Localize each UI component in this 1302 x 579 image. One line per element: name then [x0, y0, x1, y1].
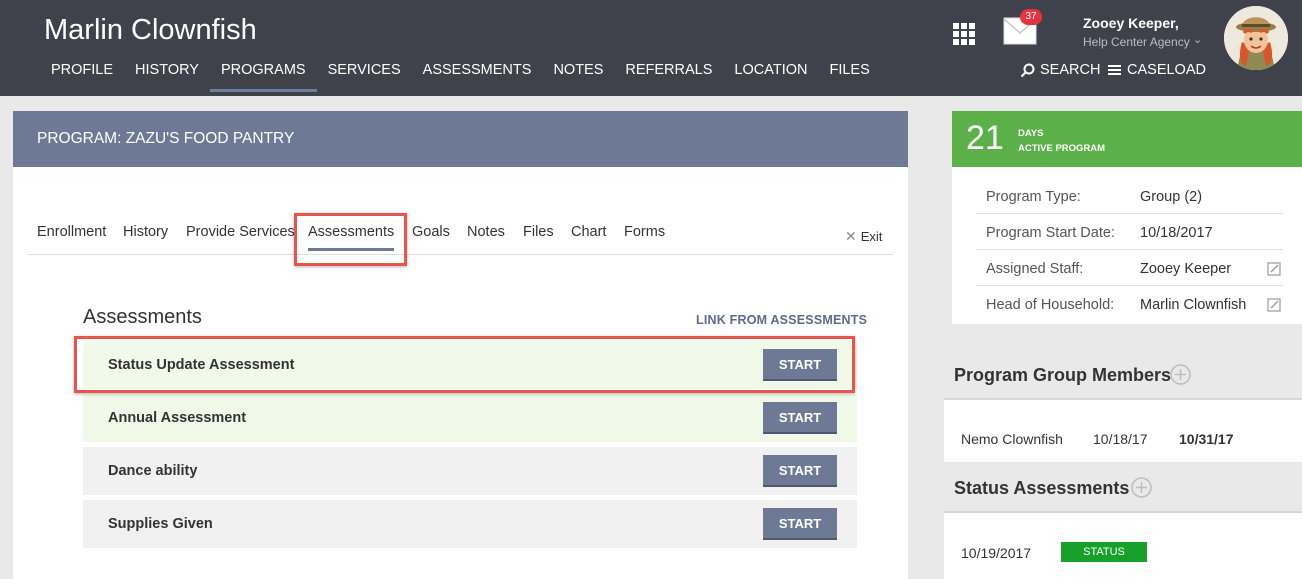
- days-active-box: 21 DAYS ACTIVE PROGRAM: [952, 111, 1302, 167]
- nav-referrals[interactable]: REFERRALS: [614, 62, 723, 92]
- caseload-link[interactable]: CASELOAD: [1108, 62, 1206, 78]
- client-name: Marlin Clownfish: [44, 14, 257, 46]
- nav-assessments[interactable]: ASSESSMENTS: [412, 62, 543, 92]
- assessments-title: Assessments: [83, 306, 202, 328]
- menu-icon: [1108, 65, 1121, 75]
- days-label: DAYS ACTIVE PROGRAM: [1018, 126, 1105, 156]
- caseload-label: CASELOAD: [1127, 62, 1206, 78]
- info-row-start-date: Program Start Date: 10/18/2017: [976, 214, 1283, 250]
- user-name[interactable]: Zooey Keeper,: [1083, 15, 1179, 31]
- program-header: PROGRAM: ZAZU'S FOOD PANTRY: [13, 111, 908, 167]
- status-assessments-title: Status Assessments: [954, 478, 1130, 498]
- days-label-line2: ACTIVE PROGRAM: [1018, 143, 1106, 154]
- info-row-program-type: Program Type: Group (2): [976, 178, 1283, 214]
- assessment-name: Annual Assessment: [108, 410, 247, 426]
- tab-files[interactable]: Files: [523, 224, 554, 240]
- info-row-head-of-household: Head of Household: Marlin Clownfish: [976, 286, 1283, 322]
- app-header: Marlin Clownfish PROFILE HISTORY PROGRAM…: [0, 0, 1302, 96]
- assessment-name: Dance ability: [108, 463, 198, 479]
- group-members-title: Program Group Members: [954, 365, 1172, 385]
- program-title: PROGRAM: ZAZU'S FOOD PANTRY: [37, 130, 295, 147]
- exit-button[interactable]: ✕ Exit: [845, 228, 882, 245]
- info-value: Marlin Clownfish: [1140, 297, 1247, 313]
- tab-provide-services[interactable]: Provide Services: [186, 224, 295, 240]
- member-start-date: 10/18/17: [1093, 431, 1148, 447]
- tab-assessments[interactable]: Assessments: [308, 224, 395, 251]
- add-member-icon[interactable]: [1170, 364, 1191, 385]
- grid-icon[interactable]: [953, 23, 975, 45]
- tab-enrollment[interactable]: Enrollment: [37, 224, 106, 240]
- assessment-row: Dance ability START: [83, 447, 857, 495]
- tab-notes[interactable]: Notes: [467, 224, 505, 240]
- assessment-row: Status Update Assessment START: [83, 341, 857, 389]
- nav-profile[interactable]: PROFILE: [40, 62, 124, 92]
- avatar[interactable]: [1224, 6, 1288, 70]
- info-value: Zooey Keeper: [1140, 261, 1232, 277]
- program-panel: PROGRAM: ZAZU'S FOOD PANTRY Enrollment H…: [13, 111, 908, 579]
- member-name[interactable]: Nemo Clownfish: [961, 431, 1063, 447]
- nav-notes[interactable]: NOTES: [542, 62, 614, 92]
- exit-label: Exit: [860, 229, 883, 244]
- search-icon: [1020, 63, 1035, 77]
- info-value: Group (2): [1140, 189, 1203, 205]
- nav-services[interactable]: SERVICES: [317, 62, 412, 92]
- days-count: 21: [966, 119, 1004, 157]
- info-row-assigned-staff: Assigned Staff: Zooey Keeper: [976, 250, 1283, 286]
- info-label: Program Start Date:: [986, 225, 1115, 241]
- tab-chart[interactable]: Chart: [571, 224, 606, 240]
- add-status-icon[interactable]: [1131, 477, 1152, 498]
- info-label: Head of Household:: [986, 297, 1115, 313]
- notification-badge: 37: [1020, 9, 1042, 25]
- assessment-row: Annual Assessment START: [83, 394, 857, 442]
- agency-selector[interactable]: Help Center Agency: [1083, 35, 1190, 49]
- start-button[interactable]: START: [763, 455, 837, 487]
- close-icon: ✕: [845, 228, 857, 244]
- member-end-date: 10/31/17: [1179, 431, 1234, 447]
- status-badge[interactable]: STATUS: [1061, 542, 1147, 562]
- start-button[interactable]: START: [763, 349, 837, 381]
- search-link[interactable]: SEARCH: [1020, 62, 1100, 78]
- start-button[interactable]: START: [763, 402, 837, 434]
- tab-goals[interactable]: Goals: [412, 224, 450, 240]
- assessment-name: Supplies Given: [108, 516, 213, 532]
- assessment-name: Status Update Assessment: [108, 357, 295, 373]
- nav-files[interactable]: FILES: [818, 62, 880, 92]
- info-label: Assigned Staff:: [986, 261, 1084, 277]
- nav-programs[interactable]: PROGRAMS: [209, 62, 317, 92]
- edit-icon[interactable]: [1267, 262, 1281, 276]
- tab-history[interactable]: History: [123, 224, 168, 240]
- info-label: Program Type:: [986, 189, 1081, 205]
- assessment-row: Supplies Given START: [83, 500, 857, 548]
- days-label-line1: DAYS: [1018, 128, 1044, 139]
- search-label: SEARCH: [1040, 62, 1101, 78]
- program-tabs: Enrollment History Provide Services Asse…: [28, 224, 893, 255]
- nav-location[interactable]: LOCATION: [723, 62, 818, 92]
- start-button[interactable]: START: [763, 508, 837, 540]
- main-nav: PROFILE HISTORY PROGRAMS SERVICES ASSESS…: [40, 62, 881, 92]
- info-value: 10/18/2017: [1140, 225, 1213, 241]
- program-info-card: Program Type: Group (2) Program Start Da…: [952, 167, 1302, 324]
- nav-history[interactable]: HISTORY: [124, 62, 210, 92]
- chevron-down-icon[interactable]: ⌄: [1193, 33, 1202, 46]
- status-date: 10/19/2017: [961, 545, 1032, 561]
- tab-forms[interactable]: Forms: [624, 224, 665, 240]
- edit-icon[interactable]: [1267, 298, 1281, 312]
- link-from-assessments[interactable]: LINK FROM ASSESSMENTS: [696, 313, 867, 327]
